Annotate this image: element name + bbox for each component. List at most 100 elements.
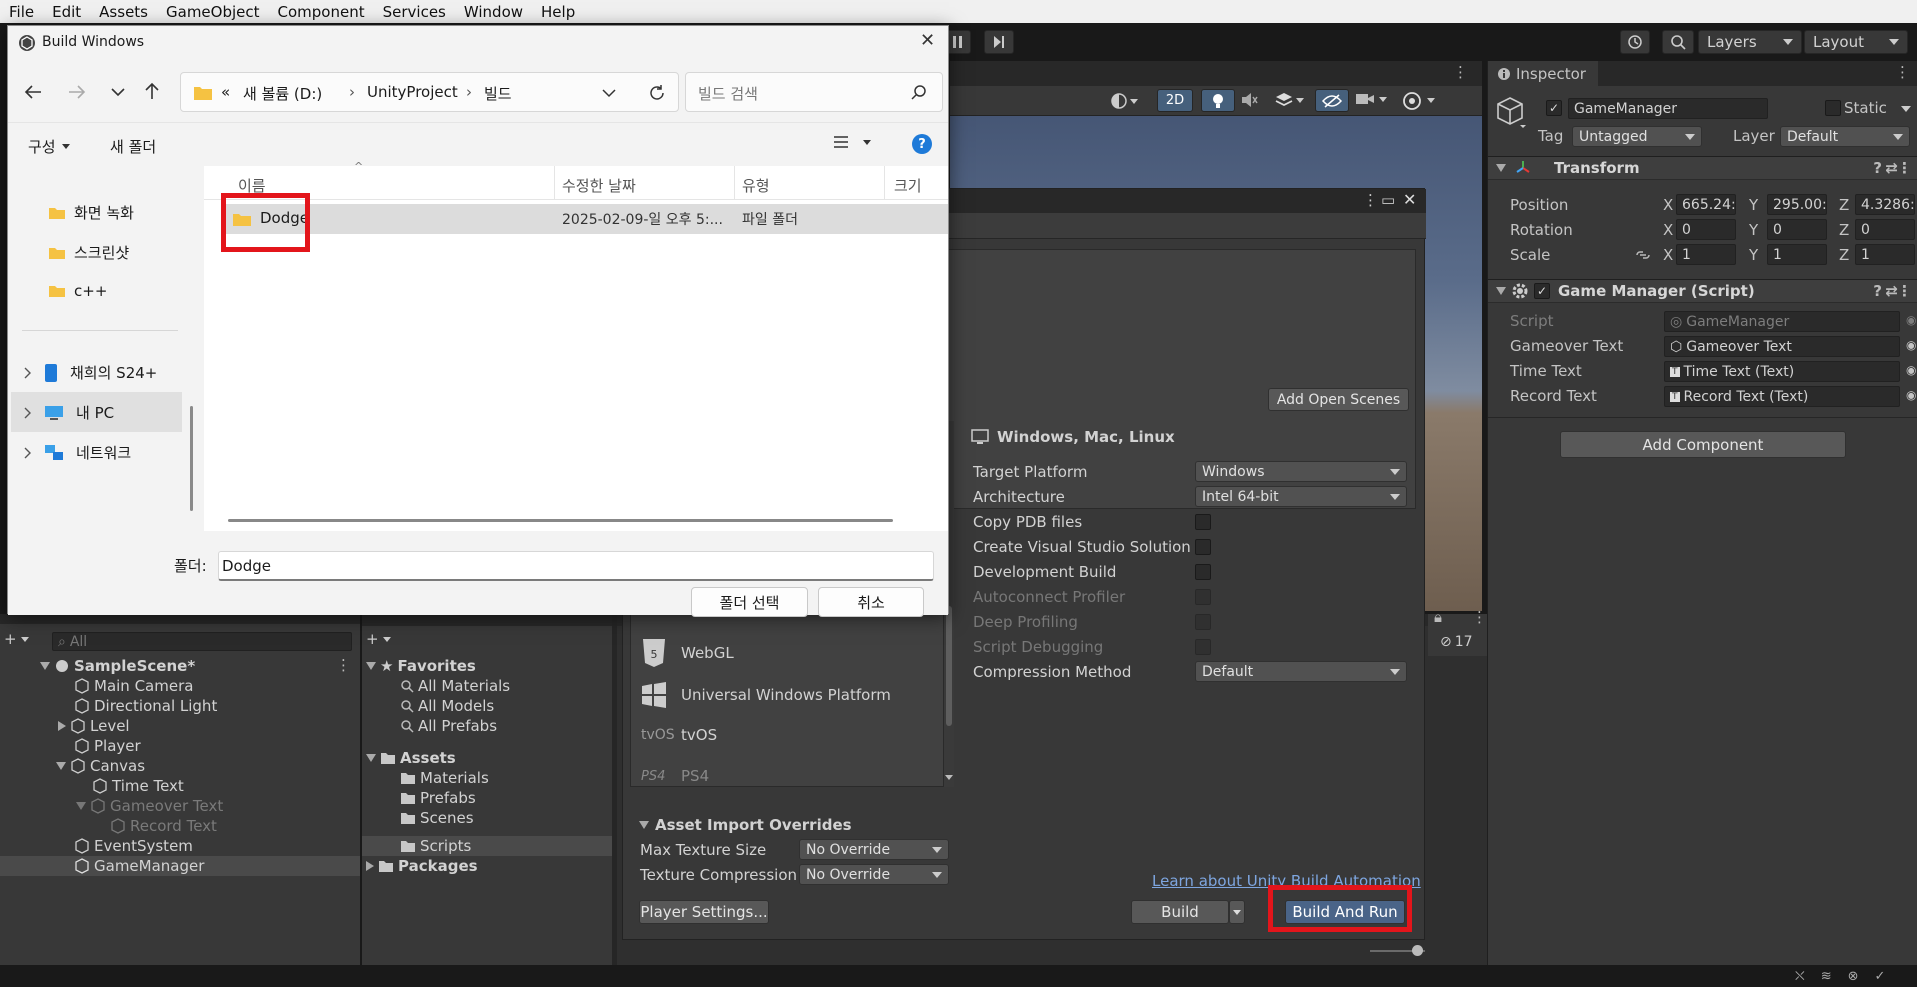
column-size[interactable]: 크기	[894, 175, 922, 196]
platform-item-ps4[interactable]: PS4 PS4	[641, 767, 709, 785]
history-button[interactable]	[1620, 30, 1650, 54]
add-open-scenes-button[interactable]: Add Open Scenes	[1268, 388, 1409, 411]
object-picker-icon[interactable]: ◉	[1906, 388, 1916, 402]
2d-toggle[interactable]: 2D	[1157, 89, 1193, 112]
new-folder-button[interactable]: 새 폴더	[110, 136, 156, 157]
help-icon[interactable]: ?	[912, 134, 932, 154]
zoom-slider[interactable]	[1370, 945, 1425, 956]
create-vs-solution-checkbox[interactable]	[1195, 539, 1211, 555]
layers-dropdown[interactable]: Layers	[1698, 30, 1802, 54]
folder-name-input[interactable]: Dodge	[218, 551, 934, 581]
platform-item-uwp[interactable]: Universal Windows Platform	[641, 682, 891, 708]
rotation-y-field[interactable]: 0	[1767, 219, 1827, 240]
camera-settings[interactable]	[1355, 92, 1395, 112]
architecture-dropdown[interactable]: Intel 64-bit	[1195, 486, 1407, 507]
menu-file[interactable]: File	[0, 3, 43, 21]
address-bar[interactable]: « 새 볼륨 (D:) › UnityProject › 빌드	[180, 72, 679, 112]
breadcrumb-unityproject[interactable]: UnityProject	[367, 83, 458, 101]
kebab-menu-icon[interactable]: ⋮	[1472, 608, 1487, 626]
kebab-menu-icon[interactable]: ⋮	[1895, 63, 1910, 81]
breadcrumb-overflow[interactable]: «	[221, 83, 230, 101]
favorite-item[interactable]: All Models	[400, 696, 494, 716]
create-button[interactable]: +	[4, 630, 29, 648]
development-build-checkbox[interactable]	[1195, 564, 1211, 580]
asset-folder-selected[interactable]: Scripts	[400, 836, 471, 856]
target-platform-dropdown[interactable]: Windows	[1195, 461, 1407, 482]
asset-import-overrides-header[interactable]: Asset Import Overrides	[639, 816, 852, 834]
cancel-button[interactable]: 취소	[818, 587, 924, 617]
hierarchy-item[interactable]: Time Text	[92, 776, 184, 796]
maximize-icon[interactable]: ▭	[1381, 191, 1395, 209]
organize-button[interactable]: 구성	[28, 136, 70, 157]
platform-item-tvos[interactable]: tvOS tvOS	[641, 726, 717, 744]
lock-icon[interactable]: 🔒︎	[1434, 608, 1442, 626]
layer-dropdown[interactable]: Default	[1780, 126, 1910, 147]
platform-item-webgl[interactable]: 5 WebGL	[641, 638, 734, 668]
assets-root[interactable]: Assets	[366, 748, 456, 768]
object-picker-icon[interactable]: ◉	[1906, 338, 1916, 352]
column-type[interactable]: 유형	[742, 175, 770, 196]
lighting-toggle[interactable]	[1201, 89, 1235, 112]
hierarchy-item[interactable]: Main Camera	[74, 676, 193, 696]
up-arrow-icon[interactable]	[144, 82, 160, 100]
create-button[interactable]: +	[366, 630, 391, 648]
hierarchy-item[interactable]: Record Text	[110, 816, 217, 836]
breadcrumb-build[interactable]: 빌드	[484, 83, 512, 104]
select-folder-button[interactable]: 폴더 선택	[691, 587, 808, 617]
favorite-item[interactable]: All Prefabs	[400, 716, 497, 736]
debug-icon[interactable]: ⛌	[1795, 969, 1805, 984]
build-button[interactable]: Build	[1131, 900, 1229, 924]
asset-folder[interactable]: Prefabs	[400, 788, 476, 808]
network-off-icon[interactable]: ⊗	[1848, 969, 1859, 984]
scale-z-field[interactable]: 1	[1855, 244, 1915, 265]
static-checkbox[interactable]	[1825, 100, 1841, 116]
menu-component[interactable]: Component	[269, 3, 374, 21]
position-x-field[interactable]: 665.24:	[1676, 194, 1736, 215]
record-text-field[interactable]: T Record Text (Text)	[1664, 386, 1900, 407]
kebab-menu-icon[interactable]: ⋮	[1897, 159, 1912, 177]
kebab-menu-icon[interactable]: ⋮	[336, 656, 351, 674]
close-icon[interactable]: ✕	[920, 30, 935, 51]
asset-folder[interactable]: Scenes	[400, 808, 474, 828]
nav-item[interactable]: 스크린샷	[48, 242, 129, 263]
nav-scrollbar[interactable]	[190, 406, 193, 511]
packages-root[interactable]: Packages	[366, 856, 478, 876]
forward-arrow-icon[interactable]	[68, 84, 86, 100]
check-circle-icon[interactable]: ✓	[1875, 969, 1886, 984]
hierarchy-item[interactable]: Canvas	[56, 756, 145, 776]
rotation-x-field[interactable]: 0	[1676, 219, 1736, 240]
object-name-field[interactable]: GameManager	[1568, 98, 1768, 119]
step-button[interactable]	[984, 30, 1014, 54]
kebab-menu-icon[interactable]: ⋮	[1363, 191, 1378, 209]
compression-method-dropdown[interactable]: Default	[1195, 661, 1407, 682]
active-checkbox[interactable]: ✓	[1546, 100, 1562, 116]
help-icon[interactable]: ?	[1873, 282, 1882, 300]
transform-header[interactable]: Transform ? ⇄ ⋮	[1488, 156, 1917, 180]
hidden-packages-count[interactable]: ⊘ 17	[1440, 634, 1473, 650]
hierarchy-item[interactable]: Directional Light	[74, 696, 217, 716]
menu-help[interactable]: Help	[532, 3, 584, 21]
script-component-header[interactable]: ✓ Game Manager (Script) ? ⇄ ⋮	[1488, 279, 1917, 303]
nav-item-phone[interactable]: 채희의 S24+	[24, 362, 157, 383]
max-texture-size-dropdown[interactable]: No Override	[799, 839, 949, 860]
object-picker-icon[interactable]: ◉	[1906, 363, 1916, 377]
layout-dropdown[interactable]: Layout	[1804, 30, 1908, 54]
time-text-field[interactable]: T Time Text (Text)	[1664, 361, 1900, 382]
gameover-text-field[interactable]: ⬡ Gameover Text	[1664, 336, 1900, 357]
help-icon[interactable]: ?	[1873, 159, 1882, 177]
search-input[interactable]: 빌드 검색	[685, 72, 943, 112]
column-date[interactable]: 수정한 날짜	[562, 175, 636, 196]
position-z-field[interactable]: 4.3286:	[1855, 194, 1915, 215]
favorites-root[interactable]: ★ Favorites	[366, 656, 476, 676]
nav-item-this-pc[interactable]: 내 PC	[24, 402, 114, 423]
hierarchy-item-selected[interactable]: GameManager	[74, 856, 204, 876]
scale-y-field[interactable]: 1	[1767, 244, 1827, 265]
recent-locations-icon[interactable]	[111, 87, 125, 97]
hierarchy-item[interactable]: Level	[58, 716, 130, 736]
texture-compression-dropdown[interactable]: No Override	[799, 864, 949, 885]
inspector-tab[interactable]: Inspector	[1488, 61, 1598, 86]
search-button[interactable]	[1662, 30, 1694, 54]
build-options-dropdown[interactable]	[1229, 900, 1245, 924]
breadcrumb-drive[interactable]: 새 볼륨 (D:)	[243, 83, 322, 104]
close-icon[interactable]: ✕	[1403, 190, 1416, 209]
